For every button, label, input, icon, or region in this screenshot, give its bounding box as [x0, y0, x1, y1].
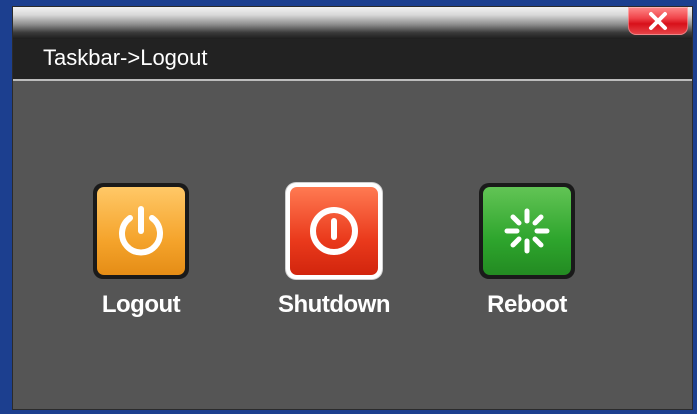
reboot-button[interactable]: Reboot [457, 183, 597, 323]
close-button[interactable] [628, 7, 688, 35]
reboot-label: Reboot [487, 291, 567, 318]
shutdown-label: Shutdown [278, 291, 390, 318]
reboot-spinner-icon [504, 208, 550, 254]
logout-tile[interactable] [93, 183, 189, 279]
logout-dialog: Taskbar->Logout Logout Shutdown Reboot [12, 6, 693, 410]
reboot-tile[interactable] [479, 183, 575, 279]
shutdown-tile[interactable] [286, 183, 382, 279]
power-icon [119, 206, 163, 256]
logout-button[interactable]: Logout [71, 183, 211, 323]
close-x-icon [649, 12, 667, 30]
logout-label: Logout [101, 291, 181, 318]
page-title: Taskbar->Logout [43, 45, 208, 70]
shutdown-icon [310, 207, 358, 255]
shutdown-button[interactable]: Shutdown [264, 183, 404, 323]
window-titlebar [13, 7, 692, 39]
dialog-header: Taskbar->Logout [13, 39, 692, 81]
